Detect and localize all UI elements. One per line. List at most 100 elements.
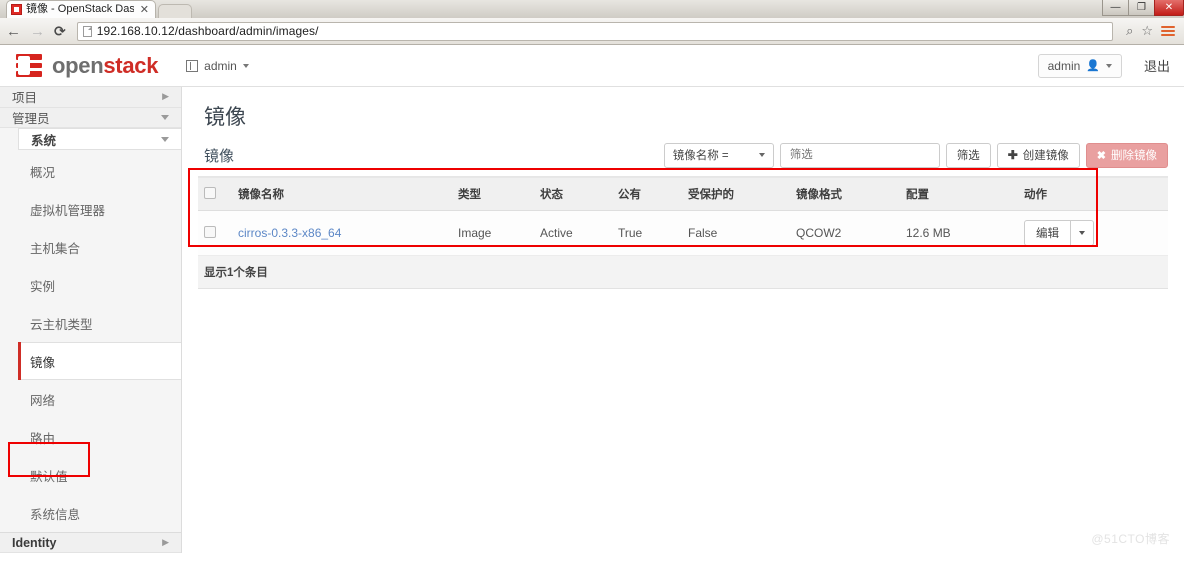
row-action-split-button: 编辑 bbox=[1024, 220, 1094, 246]
image-name-link[interactable]: cirros-0.3.3-x86_64 bbox=[238, 226, 341, 240]
hamburger-menu-icon[interactable] bbox=[1161, 26, 1175, 36]
new-tab-button[interactable] bbox=[158, 4, 192, 18]
delete-images-button[interactable]: ✖ 删除镜像 bbox=[1085, 142, 1168, 168]
sidebar-item-label: 默认值 bbox=[30, 469, 68, 484]
plus-icon: ✚ bbox=[1007, 148, 1018, 162]
project-label: admin bbox=[204, 58, 237, 73]
filter-field-select[interactable]: 镜像名称 = bbox=[663, 142, 774, 168]
person-icon: 👤 bbox=[1086, 60, 1100, 72]
sidebar-item-networks[interactable]: 网络 bbox=[0, 380, 181, 418]
sidebar-group-project[interactable]: 项目 ▶ bbox=[0, 87, 181, 108]
sidebar-item-label: 实例 bbox=[30, 279, 56, 294]
col-select-all[interactable] bbox=[198, 177, 232, 211]
chevron-down-icon bbox=[758, 153, 765, 157]
sidebar-item-label: 镜像 bbox=[30, 355, 56, 370]
favicon-icon bbox=[11, 4, 22, 15]
sidebar-group-admin[interactable]: 管理员 bbox=[0, 107, 181, 128]
sidebar-item-routers[interactable]: 路由 bbox=[0, 418, 181, 456]
close-icon: ✖ bbox=[1096, 149, 1106, 162]
logo-stack-text: stack bbox=[103, 52, 159, 78]
table-toolbar: 镜像名称 = 筛选 ✚ 创建镜像 ✖ 删除镜像 bbox=[663, 142, 1168, 168]
col-actions[interactable]: 动作 bbox=[1018, 177, 1128, 211]
table-title: 镜像 bbox=[204, 148, 235, 165]
minimize-button[interactable]: — bbox=[1102, 0, 1129, 16]
sidebar-item-label: 路由 bbox=[30, 431, 56, 446]
browser-window: 镜像 - OpenStack Dashl ✕ — ❐ ✕ ← → ⟳ 192.1… bbox=[0, 0, 1184, 563]
sidebar-item-flavors[interactable]: 云主机类型 bbox=[0, 304, 181, 342]
logo-open-text: open bbox=[52, 52, 104, 78]
sidebar-item-label: 概况 bbox=[30, 165, 56, 180]
sidebar-group-label: 管理员 bbox=[12, 111, 50, 126]
row-checkbox[interactable] bbox=[204, 225, 216, 238]
browser-tab[interactable]: 镜像 - OpenStack Dashl ✕ bbox=[6, 0, 156, 18]
sidebar-group-label: Identity bbox=[12, 535, 57, 550]
logout-link[interactable]: 退出 bbox=[1144, 56, 1170, 75]
cell-spacer bbox=[1128, 210, 1168, 256]
chevron-down-icon bbox=[1105, 63, 1112, 68]
sidebar-item-images[interactable]: 镜像 bbox=[18, 342, 181, 381]
images-table: 镜像名称 类型 状态 公有 受保护的 镜像格式 配置 动作 cirros-0.3… bbox=[198, 177, 1168, 256]
tab-title: 镜像 - OpenStack Dashl bbox=[26, 3, 134, 15]
reload-icon[interactable]: ⟳ bbox=[54, 24, 66, 38]
header-right: admin 👤 退出 bbox=[1037, 53, 1170, 78]
openstack-logo[interactable]: openstack bbox=[14, 53, 158, 79]
cell-protected: False bbox=[682, 210, 790, 256]
cell-status: Active bbox=[534, 210, 612, 256]
user-menu-button[interactable]: admin 👤 bbox=[1037, 53, 1122, 78]
sidebar-item-label: 主机集合 bbox=[30, 241, 81, 256]
col-image-name[interactable]: 镜像名称 bbox=[232, 177, 452, 211]
create-image-button[interactable]: ✚ 创建镜像 bbox=[996, 142, 1080, 168]
sidebar-item-hypervisors[interactable]: 虚拟机管理器 bbox=[0, 190, 181, 228]
sidebar-items: 概况 虚拟机管理器 主机集合 实例 云主机类型 镜像 网络 路由 默认值 系统信… bbox=[0, 150, 181, 532]
project-switcher[interactable]: admin bbox=[186, 59, 249, 73]
sidebar-item-system-info[interactable]: 系统信息 bbox=[0, 494, 181, 532]
row-select-cell[interactable] bbox=[198, 210, 232, 256]
filter-button[interactable]: 筛选 bbox=[945, 142, 991, 168]
maximize-button[interactable]: ❐ bbox=[1128, 0, 1155, 16]
col-type[interactable]: 类型 bbox=[452, 177, 534, 211]
row-actions-dropdown-button[interactable] bbox=[1071, 220, 1094, 246]
col-size[interactable]: 配置 bbox=[900, 177, 1018, 211]
forward-icon[interactable]: → bbox=[30, 24, 45, 39]
col-public[interactable]: 公有 bbox=[612, 177, 682, 211]
sidebar-item-label: 云主机类型 bbox=[30, 317, 93, 332]
col-format[interactable]: 镜像格式 bbox=[790, 177, 900, 211]
tab-close-icon[interactable]: ✕ bbox=[138, 3, 151, 16]
col-protected[interactable]: 受保护的 bbox=[682, 177, 790, 211]
logo-text: openstack bbox=[52, 53, 158, 79]
window-controls: — ❐ ✕ bbox=[1102, 0, 1184, 17]
sidebar-subgroup-system[interactable]: 系统 bbox=[18, 128, 181, 151]
sidebar-item-label: 网络 bbox=[30, 393, 56, 408]
cell-actions: 编辑 bbox=[1018, 210, 1128, 256]
sidebar-group-identity[interactable]: Identity ▶ bbox=[0, 532, 181, 553]
edit-image-button[interactable]: 编辑 bbox=[1024, 220, 1071, 246]
delete-images-label: 删除镜像 bbox=[1111, 150, 1157, 162]
dashboard-page: openstack admin admin 👤 退出 项目 ▶ 管理员 系统 概… bbox=[0, 45, 1184, 553]
sidebar-item-host-aggregates[interactable]: 主机集合 bbox=[0, 228, 181, 266]
page-title: 镜像 bbox=[204, 105, 246, 129]
sidebar-item-instances[interactable]: 实例 bbox=[0, 266, 181, 304]
chevron-right-icon: ▶ bbox=[162, 537, 169, 548]
col-status[interactable]: 状态 bbox=[534, 177, 612, 211]
sidebar-subgroup-label: 系统 bbox=[31, 133, 57, 148]
address-bar[interactable]: 192.168.10.12/dashboard/admin/images/ bbox=[76, 21, 1114, 41]
main-content: 镜像 镜像 镜像名称 = 筛选 ✚ 创建镜像 bbox=[182, 87, 1184, 553]
grid-icon bbox=[186, 59, 199, 72]
sidebar-item-overview[interactable]: 概况 bbox=[0, 152, 181, 190]
back-icon[interactable]: ← bbox=[6, 24, 21, 39]
sidebar-item-defaults[interactable]: 默认值 bbox=[0, 456, 181, 494]
sidebar-group-label: 项目 bbox=[12, 91, 38, 106]
zoom-icon[interactable]: ⌕ bbox=[1126, 23, 1133, 39]
select-all-checkbox[interactable] bbox=[204, 186, 216, 199]
cell-image-name: cirros-0.3.3-x86_64 bbox=[232, 210, 452, 256]
chevron-right-icon: ▶ bbox=[162, 91, 169, 102]
sidebar-item-label: 虚拟机管理器 bbox=[30, 203, 106, 218]
close-window-button[interactable]: ✕ bbox=[1154, 0, 1184, 16]
page-body: 项目 ▶ 管理员 系统 概况 虚拟机管理器 主机集合 实例 云主机类型 镜像 网… bbox=[0, 87, 1184, 553]
filter-input[interactable] bbox=[779, 142, 940, 168]
bookmark-star-icon[interactable]: ☆ bbox=[1141, 23, 1153, 39]
cell-format: QCOW2 bbox=[790, 210, 900, 256]
user-menu-label: admin bbox=[1047, 58, 1081, 73]
chevron-down-icon bbox=[242, 63, 249, 68]
cell-public: True bbox=[612, 210, 682, 256]
